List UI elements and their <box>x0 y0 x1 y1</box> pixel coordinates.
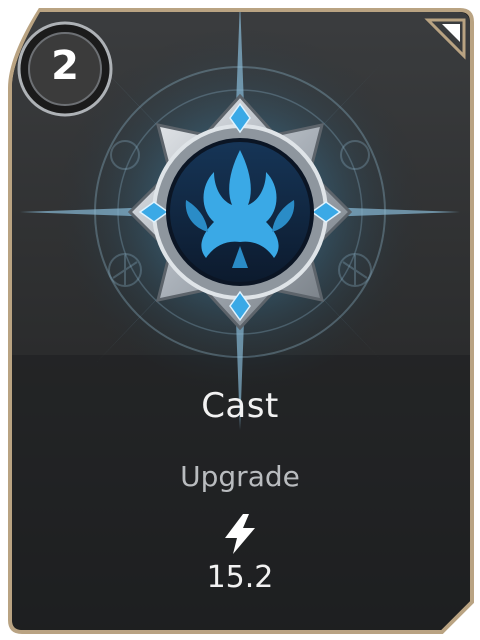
corner-triangle-icon <box>424 18 466 60</box>
cost-value: 2 <box>51 43 79 89</box>
card-value: 15.2 <box>206 560 274 595</box>
upgrade-card[interactable]: 2 Cast Upgrade 15.2 <box>0 0 480 640</box>
lightning-bolt-icon <box>225 514 255 554</box>
card-title: Cast <box>201 386 279 426</box>
blue-trident-emblem-icon <box>166 138 314 286</box>
card-type: Upgrade <box>180 460 300 493</box>
